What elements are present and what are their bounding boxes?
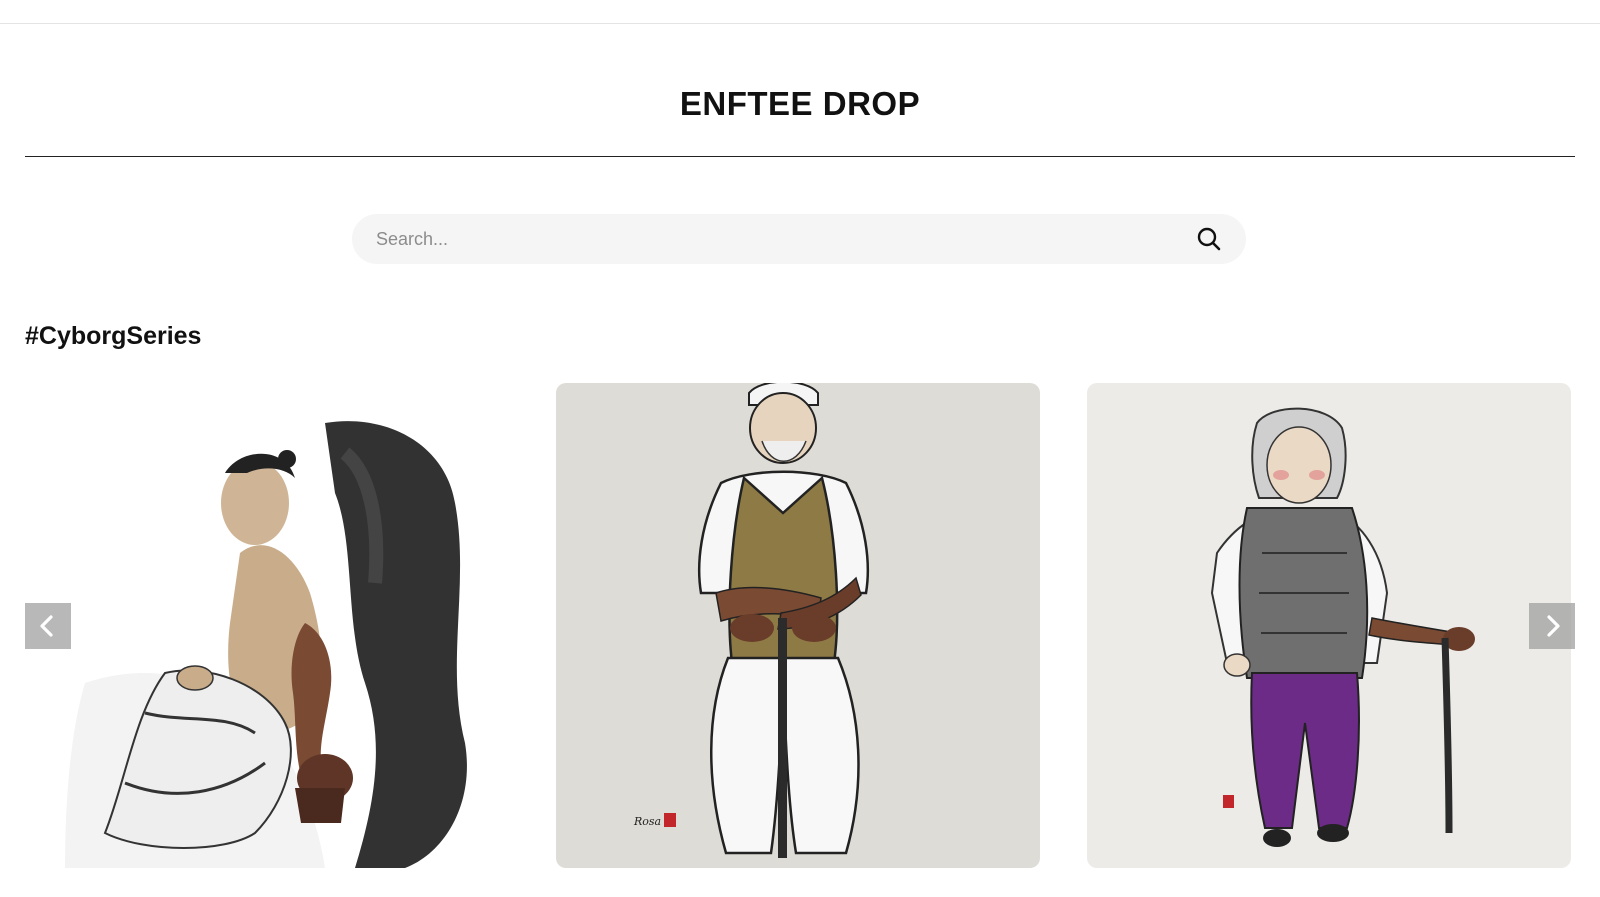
search-input[interactable] (374, 218, 1194, 260)
artwork-card-seated-man[interactable] (25, 383, 509, 868)
top-border (0, 23, 1600, 24)
artwork-carousel: Rosa (0, 383, 1600, 868)
seated-man-artwork (25, 383, 509, 868)
artwork-card-standing-man[interactable]: Rosa (556, 383, 1040, 868)
chevron-right-icon (1547, 615, 1560, 637)
search-icon[interactable] (1194, 224, 1224, 254)
standing-man-artwork: Rosa (556, 383, 1040, 868)
search-bar (352, 214, 1246, 264)
artist-signature: Rosa (633, 815, 661, 828)
section-heading: #CyborgSeries (25, 322, 202, 350)
title-divider (25, 156, 1575, 157)
site-title: ENFTEE DROP (679, 85, 921, 122)
carousel-prev-button[interactable] (25, 603, 71, 649)
page: ENFTEE DROP #CyborgSeries (0, 0, 1600, 897)
woman-with-cane-artwork (1087, 383, 1571, 868)
chevron-left-icon (40, 615, 53, 637)
artwork-card-woman-with-cane[interactable] (1087, 383, 1571, 868)
carousel-next-button[interactable] (1529, 603, 1575, 649)
